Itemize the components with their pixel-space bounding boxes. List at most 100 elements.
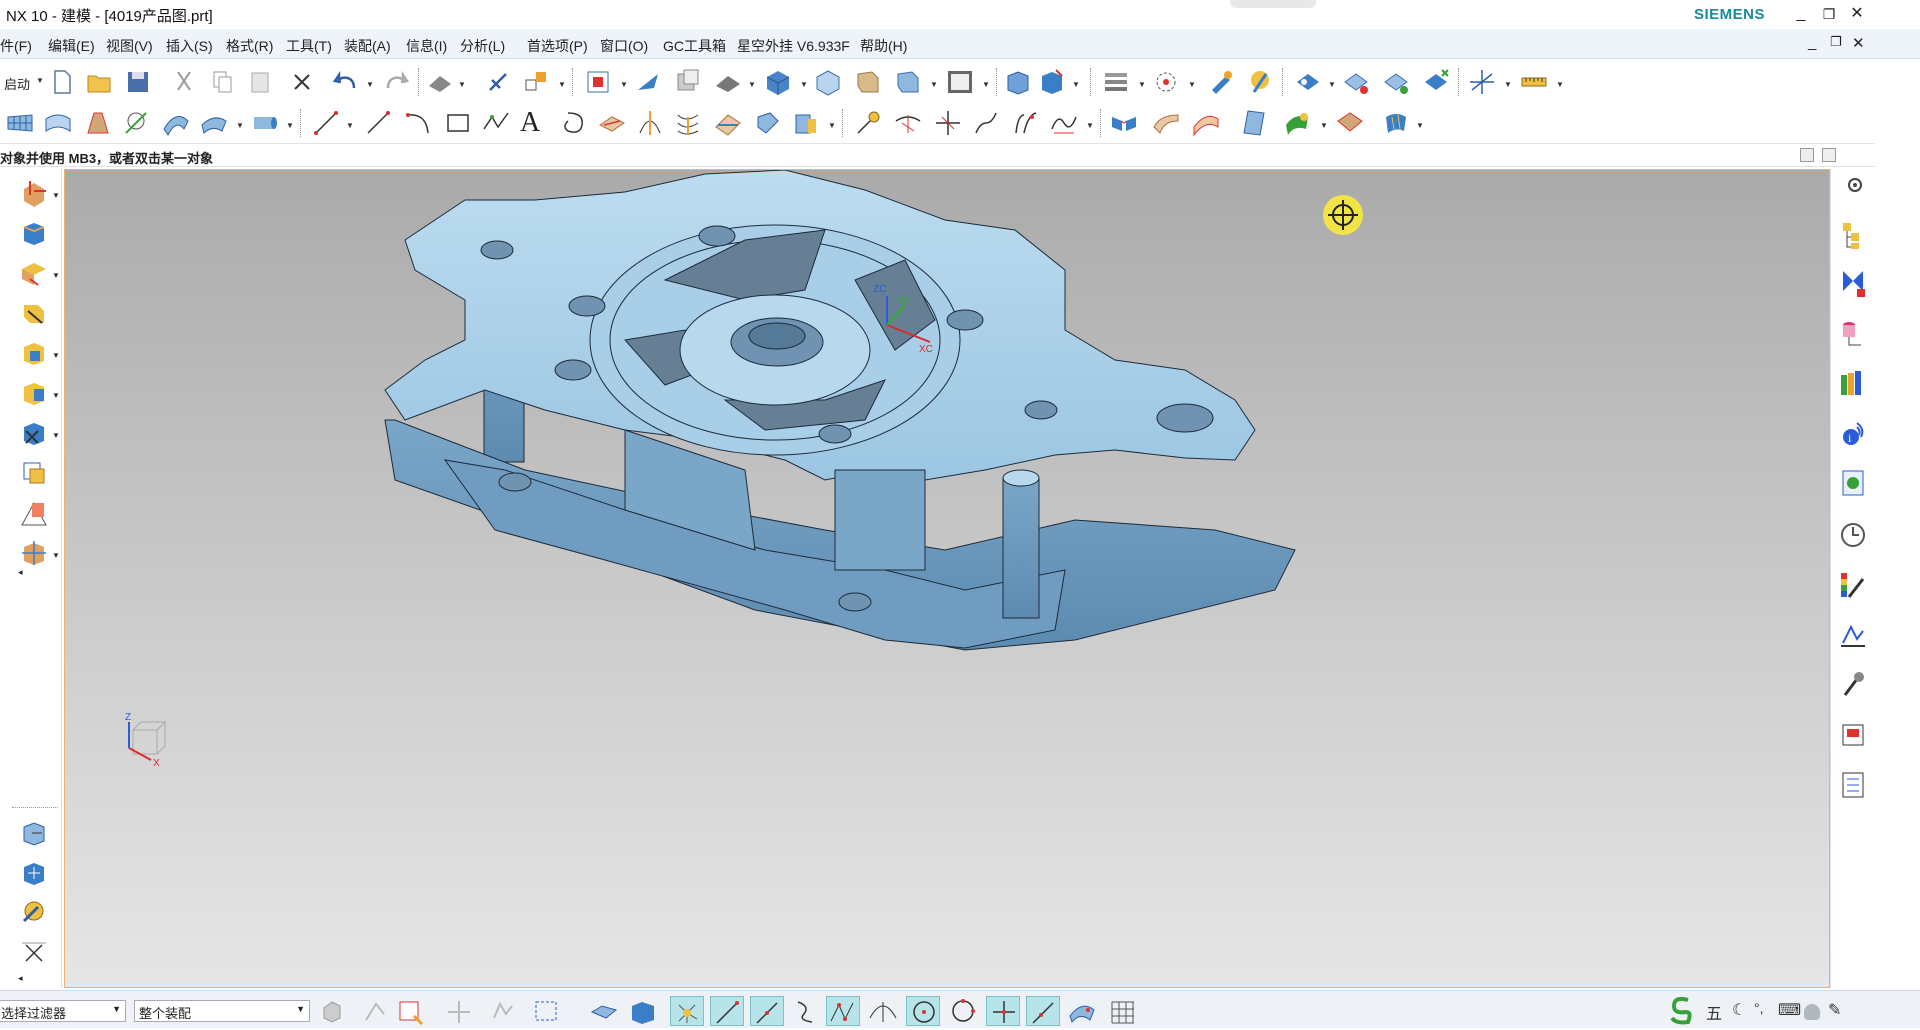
assembly-constraints-icon[interactable] <box>18 895 50 927</box>
chevron-down-icon[interactable]: ▼ <box>236 121 244 130</box>
move-to-layer-icon[interactable] <box>1150 66 1182 98</box>
wcs-dynamics-icon[interactable] <box>1466 66 1498 98</box>
assembly-navigator-icon[interactable] <box>1837 219 1869 251</box>
rectangle-select-icon[interactable] <box>530 996 564 1026</box>
doc-close-button[interactable]: ✕ <box>1852 34 1865 52</box>
chevron-down-icon[interactable]: ▼ <box>1320 121 1328 130</box>
point-icon[interactable] <box>18 935 50 967</box>
layer-settings-icon[interactable] <box>1100 66 1132 98</box>
select-feature-icon[interactable] <box>394 996 428 1026</box>
menu-insert[interactable]: 插入(S) <box>166 36 213 56</box>
project-curve-icon[interactable] <box>596 107 628 139</box>
copy-icon[interactable] <box>206 66 238 98</box>
reuse-library-icon[interactable] <box>1837 367 1869 399</box>
studio-spline-icon[interactable] <box>480 107 512 139</box>
chevron-down-icon[interactable]: ▼ <box>748 80 756 89</box>
end-point-snap-icon[interactable] <box>710 996 744 1026</box>
extract-geometry-icon[interactable] <box>790 107 822 139</box>
keyboard-icon[interactable]: ⌨ <box>1778 1000 1801 1020</box>
system-materials-icon[interactable] <box>1837 569 1869 601</box>
show-icon[interactable] <box>1380 66 1412 98</box>
ime-mode-indicator[interactable]: 五 <box>1706 1000 1722 1024</box>
law-extension-icon[interactable] <box>1282 107 1314 139</box>
ruled-surface-icon[interactable] <box>82 107 114 139</box>
existing-point-snap-icon[interactable] <box>986 996 1020 1026</box>
mid-point-snap-icon[interactable] <box>750 996 784 1026</box>
face-blend-icon[interactable] <box>1150 107 1182 139</box>
part-model[interactable]: ZC YC XC Z X <box>65 170 1830 988</box>
studio-icon[interactable] <box>852 66 884 98</box>
gear-icon[interactable] <box>1839 173 1871 205</box>
trim-corner-icon[interactable] <box>932 107 964 139</box>
measure-distance-icon[interactable] <box>1518 66 1550 98</box>
left-toolbar-scroll-arrow[interactable]: ◂ <box>18 567 23 578</box>
section-curve-icon[interactable] <box>712 107 744 139</box>
isoparametric-curve-icon[interactable] <box>672 107 704 139</box>
curve-length-icon[interactable] <box>970 107 1002 139</box>
edit-object-display-icon[interactable] <box>1206 66 1238 98</box>
chevron-down-icon[interactable]: ▼ <box>36 76 44 85</box>
cue-line-toggle-icon[interactable] <box>1822 148 1836 162</box>
static-wireframe-icon[interactable] <box>892 66 924 98</box>
minimize-button[interactable]: _ <box>1788 3 1814 25</box>
basic-line-icon[interactable] <box>362 107 394 139</box>
chevron-down-icon[interactable]: ▼ <box>52 431 60 440</box>
chevron-down-icon[interactable]: ▼ <box>286 121 294 130</box>
select-body-icon[interactable] <box>588 996 622 1026</box>
chevron-down-icon[interactable]: ▼ <box>620 80 628 89</box>
text-tool-icon[interactable]: A <box>520 107 540 139</box>
shaded-with-edges-icon[interactable] <box>762 66 794 98</box>
pan-view-icon[interactable] <box>632 66 664 98</box>
intersect-curve-icon[interactable] <box>634 107 666 139</box>
menu-plugin[interactable]: 星空外挂 V6.933F <box>737 36 850 56</box>
moon-icon[interactable]: ☾ <box>1732 1000 1746 1020</box>
studio-surface-icon[interactable] <box>42 107 74 139</box>
cylinder-icon[interactable] <box>248 107 280 139</box>
wrench-icon[interactable]: ✎ <box>1828 1000 1841 1020</box>
bounded-plane-icon[interactable] <box>198 107 230 139</box>
chevron-down-icon[interactable]: ▼ <box>1138 80 1146 89</box>
show-hide-icon[interactable] <box>1292 66 1324 98</box>
hole-icon[interactable] <box>18 337 50 369</box>
zoom-view-icon[interactable] <box>672 66 704 98</box>
measure-face-icon[interactable] <box>18 857 50 889</box>
chevron-down-icon[interactable]: ▼ <box>800 80 808 89</box>
select-solid-icon[interactable] <box>626 996 660 1026</box>
line-icon[interactable] <box>310 107 342 139</box>
quadrant-point-snap-icon[interactable] <box>906 996 940 1026</box>
chevron-down-icon[interactable]: ▼ <box>930 80 938 89</box>
divide-curve-icon[interactable] <box>892 107 924 139</box>
chevron-down-icon[interactable]: ▼ <box>982 80 990 89</box>
chevron-down-icon[interactable]: ▼ <box>52 271 60 280</box>
general-selection-filter-icon[interactable] <box>318 996 352 1026</box>
draft-icon[interactable] <box>18 497 50 529</box>
edit-curve-parameters-icon[interactable] <box>1048 107 1080 139</box>
close-button[interactable]: ✕ <box>1844 3 1870 25</box>
point-on-face-snap-icon[interactable] <box>1026 996 1060 1026</box>
extension-surface-icon[interactable] <box>1238 107 1270 139</box>
save-icon[interactable] <box>122 66 154 98</box>
menu-view[interactable]: 视图(V) <box>106 36 153 56</box>
trim-curve-icon[interactable] <box>852 107 884 139</box>
menu-information[interactable]: 信息(I) <box>406 36 447 56</box>
chevron-down-icon[interactable]: ▼ <box>828 121 836 130</box>
manufacturing-wizard-icon[interactable] <box>1837 669 1869 701</box>
arc-center-snap-icon[interactable] <box>866 996 900 1026</box>
chevron-down-icon[interactable]: ▼ <box>52 351 60 360</box>
chevron-down-icon[interactable]: ▼ <box>52 391 60 400</box>
menu-format[interactable]: 格式(R) <box>226 36 273 56</box>
hide-icon[interactable] <box>1340 66 1372 98</box>
floating-panel-tab[interactable] <box>1230 0 1316 8</box>
chevron-down-icon[interactable]: ▼ <box>366 80 374 89</box>
touch-mode-icon[interactable] <box>482 66 514 98</box>
menu-edit[interactable]: 编辑(E) <box>48 36 95 56</box>
undo-icon[interactable] <box>330 66 362 98</box>
object-color-icon[interactable] <box>1244 66 1276 98</box>
pattern-feature-icon[interactable] <box>18 537 50 569</box>
restore-button[interactable]: ❐ <box>1816 3 1842 25</box>
reset-filter-icon[interactable] <box>358 996 392 1026</box>
boolean-subtract-icon[interactable] <box>18 297 50 329</box>
point-on-curve-snap-icon[interactable] <box>946 996 980 1026</box>
intersection-snap-icon[interactable] <box>826 996 860 1026</box>
snap-point-select-icon[interactable] <box>442 996 476 1026</box>
